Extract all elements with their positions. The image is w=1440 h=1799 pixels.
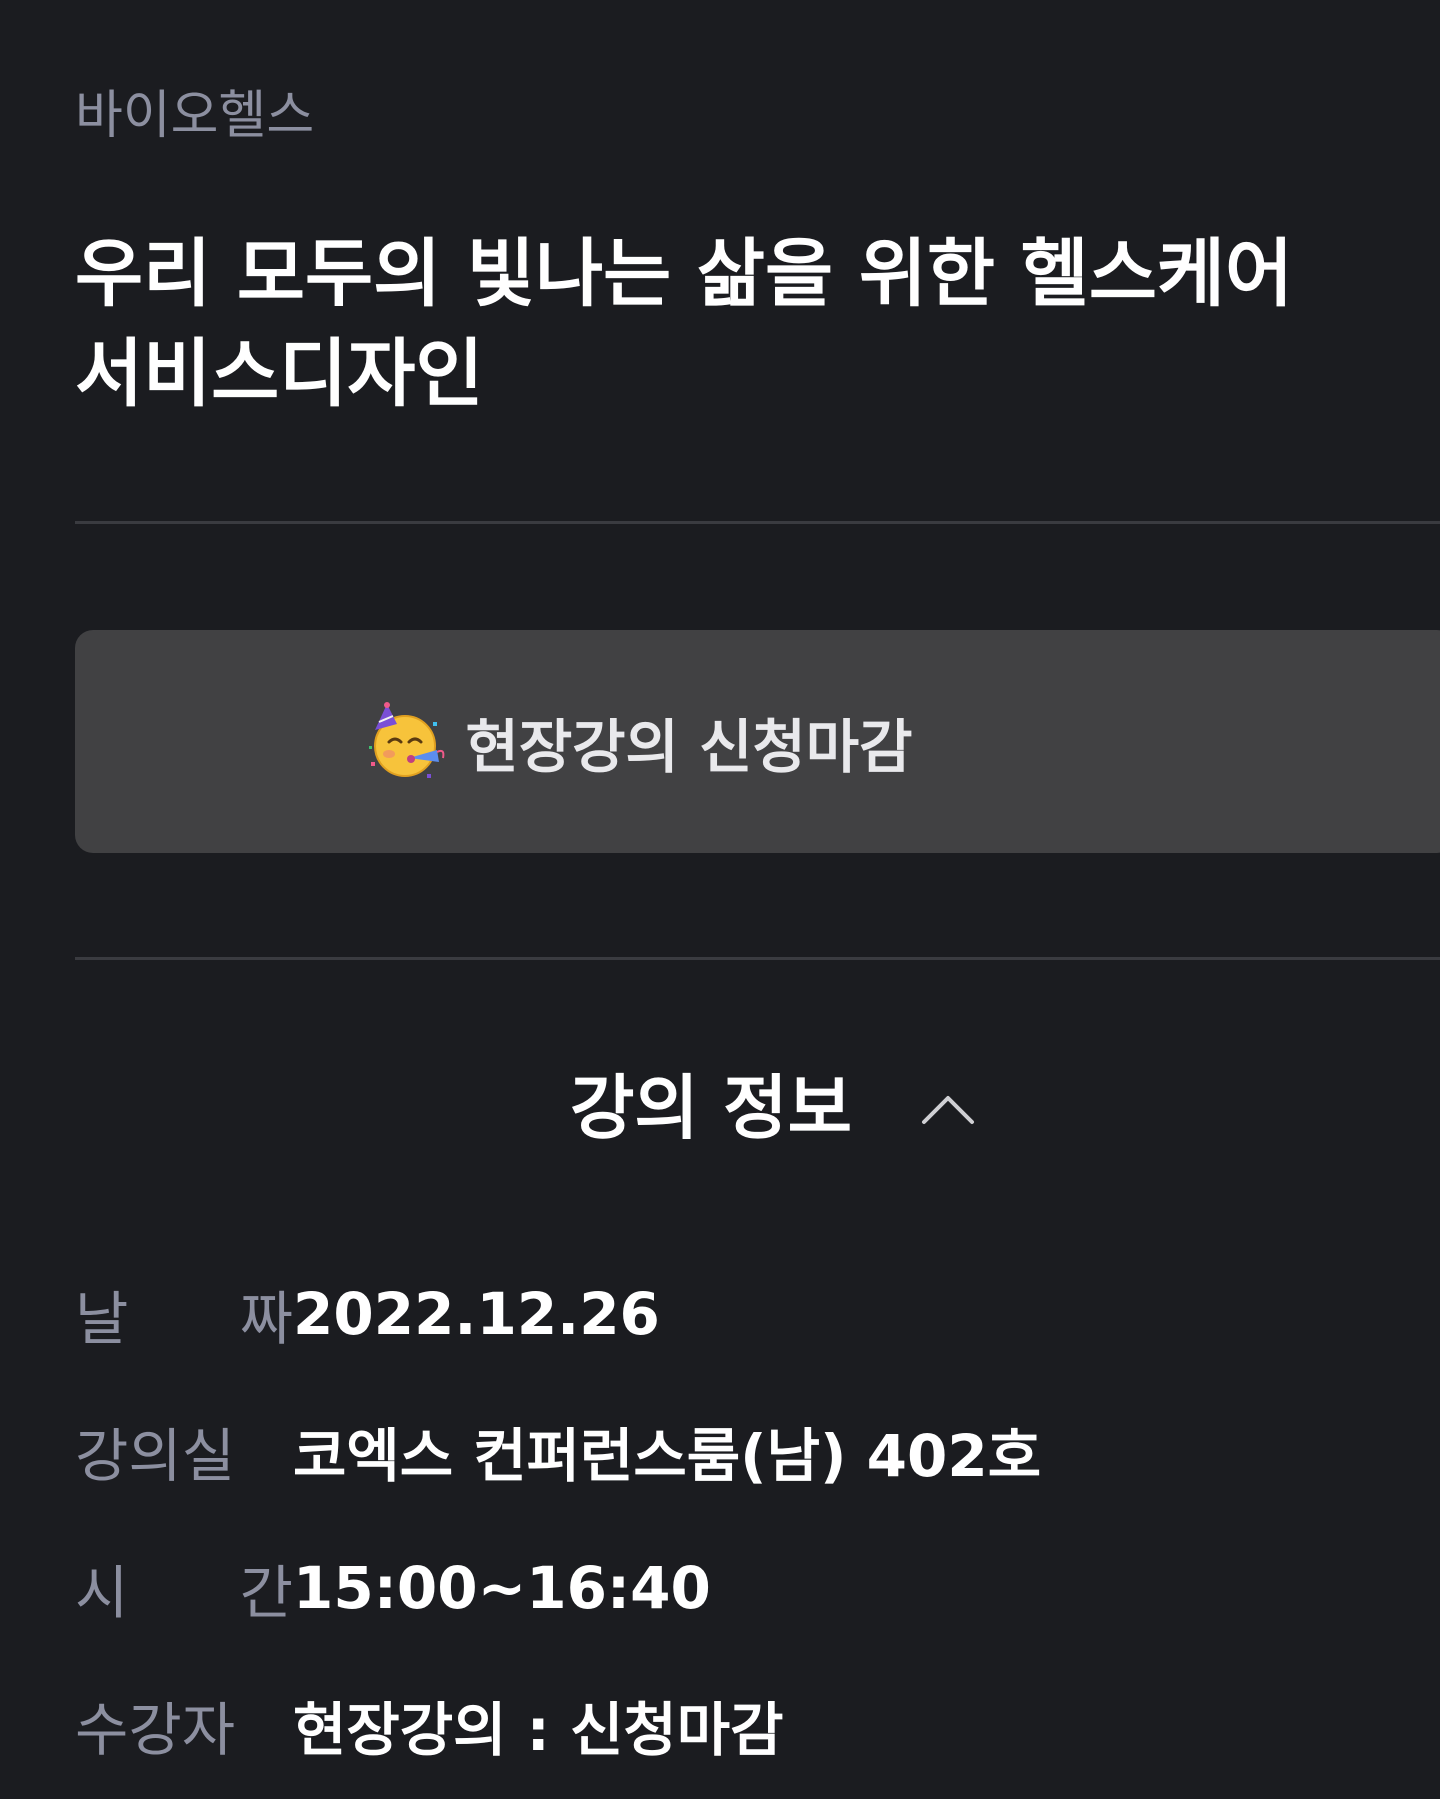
date-label-char-1: 날 [75, 1285, 129, 1353]
time-label: 시 간 [75, 1546, 293, 1630]
attendee-label-text: 수강자 [75, 1696, 236, 1764]
course-info-title: 강의 정보 [570, 1067, 852, 1149]
registration-status-label: 현장강의 신청마감 [465, 712, 913, 781]
course-info-header[interactable]: 강의 정보 [570, 1066, 976, 1150]
info-row-time: 시 간 15:00~16:40 [75, 1548, 711, 1628]
info-row-date: 날 짜 2022.12.26 [75, 1274, 660, 1354]
attendee-value: 현장강의 : 신청마감 [293, 1696, 784, 1764]
divider-middle [75, 957, 1440, 960]
info-row-room: 강의실 코엑스 컨퍼런스룸(남) 402호 [75, 1411, 1041, 1491]
room-value: 코엑스 컨퍼런스룸(남) 402호 [293, 1422, 1042, 1490]
registration-status-content: 현장강의 신청마감 [367, 700, 913, 784]
date-value: 2022.12.26 [293, 1280, 660, 1348]
info-row-attendee: 수강자 현장강의 : 신청마감 [75, 1685, 783, 1765]
time-value: 15:00~16:40 [293, 1554, 711, 1622]
chevron-up-icon[interactable] [920, 1090, 976, 1126]
course-title-line-2: 서비스디자인 [75, 331, 484, 417]
divider-top [75, 521, 1440, 524]
date-label-char-2: 짜 [239, 1285, 293, 1353]
course-title-line-1: 우리 모두의 빛나는 삶을 위한 헬스케어 [75, 231, 1294, 317]
time-label-char-1: 시 [75, 1559, 129, 1627]
room-label: 강의실 [75, 1409, 293, 1493]
attendee-label: 수강자 [75, 1683, 293, 1767]
date-label: 날 짜 [75, 1272, 293, 1356]
partying-face-icon [369, 701, 445, 778]
course-title: 우리 모두의 빛나는 삶을 위한 헬스케어 서비스디자인 [75, 224, 1365, 424]
course-category: 바이오헬스 [75, 86, 315, 146]
room-label-text: 강의실 [75, 1422, 236, 1490]
time-label-char-2: 간 [239, 1559, 293, 1627]
registration-status-button[interactable]: 현장강의 신청마감 [75, 630, 1440, 853]
